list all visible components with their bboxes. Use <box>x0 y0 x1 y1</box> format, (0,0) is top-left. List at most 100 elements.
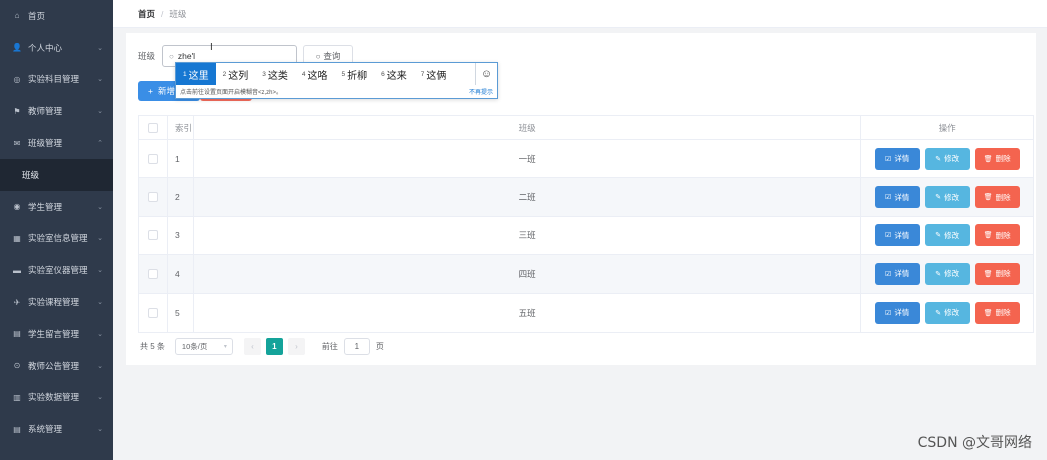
ime-candidate-text: 折柳 <box>347 70 368 82</box>
ime-candidate-text: 这列 <box>228 70 249 82</box>
row-index: 1 <box>166 140 194 178</box>
sidebar-item[interactable]: 👤 个人中心 ⌄ <box>0 32 113 64</box>
detail-button[interactable]: ☑ 详情 <box>874 262 920 285</box>
sidebar-item[interactable]: ⚑ 教师管理 ⌄ <box>0 95 113 127</box>
goto-page-input[interactable]: 1 <box>343 338 370 355</box>
row-class: 二班 <box>518 192 536 203</box>
trash-icon: 🗑 <box>983 194 993 202</box>
ime-candidate[interactable]: 7 这俩 <box>414 63 454 85</box>
user-icon: 👤 <box>12 43 22 53</box>
sidebar-item[interactable]: ✉ 班级管理 ⌃ <box>0 127 113 159</box>
detail-button[interactable]: ☑ 详情 <box>874 301 920 324</box>
detail-label: 详情 <box>894 192 910 202</box>
chevron-down-icon: ⌄ <box>97 108 103 116</box>
ime-candidate-number: 1 <box>183 70 187 78</box>
edit-button[interactable]: ✎ 修改 <box>924 301 970 324</box>
row-index: 4 <box>166 255 194 293</box>
detail-label: 详情 <box>894 154 910 164</box>
delete-button[interactable]: 🗑 删除 <box>974 301 1020 324</box>
ime-candidate-text: 这来 <box>386 70 407 82</box>
row-checkbox[interactable] <box>147 230 158 241</box>
emoji-icon[interactable]: ☺ <box>475 63 497 85</box>
compass-icon: ⊙ <box>13 361 21 371</box>
detail-button[interactable]: ☑ 详情 <box>874 147 920 170</box>
ime-candidate[interactable]: 4 这咯 <box>295 63 335 85</box>
delete-button[interactable]: 🗑 删除 <box>974 224 1020 247</box>
ime-candidate[interactable]: 5 折柳 <box>335 63 375 85</box>
row-ops: ☑ 详情 ✎ 修改 🗑 删除 <box>860 293 1033 332</box>
detail-icon: ☑ <box>885 232 892 240</box>
sidebar-item[interactable]: ⊙ 教师公告管理 ⌄ <box>0 350 113 382</box>
breadcrumb: 首页 / 班级 <box>113 0 1047 28</box>
sidebar-subitem[interactable]: 班级 <box>0 158 113 191</box>
home-icon: ⌂ <box>14 11 20 21</box>
row-checkbox[interactable] <box>147 153 158 164</box>
edit-label: 修改 <box>944 192 960 202</box>
detail-icon: ☑ <box>885 309 892 317</box>
delete-button[interactable]: 🗑 删除 <box>974 147 1020 170</box>
sidebar-item[interactable]: ◎ 实验科目管理 ⌄ <box>0 64 113 96</box>
page-1-button[interactable]: 1 <box>265 338 283 355</box>
pagination-total: 共 5 条 <box>140 342 165 351</box>
sidebar-item-label: 实验室仪器管理 <box>28 265 88 276</box>
ime-candidate[interactable]: 6 这来 <box>374 63 414 85</box>
table-row: 2 二班 ☑ 详情 ✎ 修改 🗑 删除 <box>139 178 1033 217</box>
row-index: 5 <box>166 293 194 332</box>
add-button-label: 新增 <box>157 86 175 96</box>
sidebar-item[interactable]: ✈ 实验课程管理 ⌄ <box>0 286 113 318</box>
goto-label: 前往 <box>321 342 338 351</box>
sidebar-item[interactable]: ▦ 实验室信息管理 ⌄ <box>0 223 113 255</box>
class-table: 索引 班级 操作 1 一班 ☑ 详情 ✎ 修改 🗑 删除 2 二班 ☑ 详情 ✎ 修改 🗑 删除 3 三班 ☑ 详情 ✎… <box>138 115 1034 333</box>
row-checkbox[interactable] <box>147 192 158 203</box>
ime-candidate[interactable]: 2 这列 <box>216 63 256 85</box>
sidebar-item[interactable]: ▤ 系统管理 ⌄ <box>0 413 113 445</box>
edit-button[interactable]: ✎ 修改 <box>924 147 970 170</box>
detail-label: 详情 <box>894 230 910 240</box>
row-class: 四班 <box>518 268 536 279</box>
sidebar-item[interactable]: ▬ 实验室仪器管理 ⌄ <box>0 254 113 286</box>
detail-button[interactable]: ☑ 详情 <box>874 186 920 209</box>
row-checkbox[interactable] <box>147 268 158 279</box>
detail-button[interactable]: ☑ 详情 <box>874 224 920 247</box>
ime-candidate-number: 5 <box>341 70 346 78</box>
chevron-down-icon: ⌄ <box>97 330 103 338</box>
page-size-select[interactable]: 10条/页 ▾ <box>174 338 233 355</box>
sidebar-item[interactable]: ▤ 学生留言管理 ⌄ <box>0 318 113 350</box>
pagination: 共 5 条 10条/页 ▾ ‹ 1 › 前往 1 页 <box>140 338 384 355</box>
select-all-checkbox[interactable] <box>147 122 158 133</box>
edit-icon: ✎ <box>935 155 942 163</box>
edit-button[interactable]: ✎ 修改 <box>924 186 970 209</box>
plus-icon: + <box>148 86 153 96</box>
sidebar-item[interactable]: ◉ 学生管理 ⌄ <box>0 191 113 223</box>
table-row: 4 四班 ☑ 详情 ✎ 修改 🗑 删除 <box>139 255 1033 294</box>
sidebar-item[interactable]: ▥ 实验数据管理 ⌄ <box>0 382 113 414</box>
delete-button[interactable]: 🗑 删除 <box>974 262 1020 285</box>
ime-candidate[interactable]: 1 这里 <box>176 63 216 85</box>
ime-candidate-text: 这里 <box>188 70 209 82</box>
edit-button[interactable]: ✎ 修改 <box>924 224 970 247</box>
chevron-down-icon: ⌄ <box>97 203 103 211</box>
flag-icon: ⚑ <box>13 106 21 116</box>
chevron-down-icon: ⌄ <box>97 299 103 307</box>
sidebar-item-label: 个人中心 <box>28 42 63 53</box>
edit-button[interactable]: ✎ 修改 <box>924 262 970 285</box>
table-row: 5 五班 ☑ 详情 ✎ 修改 🗑 删除 <box>139 293 1033 332</box>
sidebar-item-label: 实验室信息管理 <box>28 233 88 244</box>
breadcrumb-home[interactable]: 首页 <box>138 8 155 20</box>
ime-candidate[interactable]: 3 这类 <box>255 63 295 85</box>
truck-icon: ▬ <box>13 265 21 275</box>
table-header: 索引 班级 操作 <box>139 116 1033 140</box>
edit-icon: ✎ <box>935 270 942 278</box>
edit-icon: ✎ <box>935 309 942 317</box>
search-label: 班级 <box>138 51 156 61</box>
row-checkbox[interactable] <box>147 307 158 318</box>
prev-page-button[interactable]: ‹ <box>243 338 261 355</box>
row-index: 2 <box>166 178 194 216</box>
row-class: 一班 <box>518 153 536 164</box>
clipboard-icon: ▥ <box>13 392 21 402</box>
delete-button[interactable]: 🗑 删除 <box>974 186 1020 209</box>
next-page-button[interactable]: › <box>287 338 305 355</box>
ime-dismiss-link[interactable]: 不再提示 <box>469 87 493 96</box>
page-size-value: 10条/页 <box>181 342 208 351</box>
sidebar-item[interactable]: ⌂ 首页 <box>0 0 113 32</box>
